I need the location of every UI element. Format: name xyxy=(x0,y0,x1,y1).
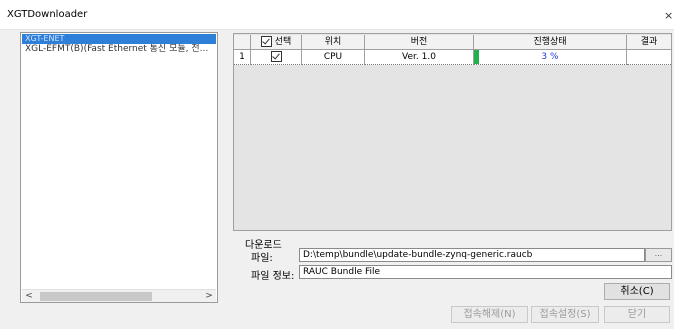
title-bar: XGTDownloader × xyxy=(0,0,674,30)
row-checkbox[interactable] xyxy=(270,51,282,62)
scroll-right-icon[interactable]: > xyxy=(204,290,214,302)
module-tree[interactable]: XGT-ENET XGL-EFMT(B)(Fast Ethernet 통신 모듈… xyxy=(20,32,218,303)
cancel-button[interactable]: 취소(C) xyxy=(604,283,670,300)
scroll-left-icon[interactable]: < xyxy=(24,290,34,302)
file-info-label: 파일 정보: xyxy=(251,271,295,282)
tree-item-selected[interactable]: XGT-ENET xyxy=(22,34,216,44)
row-number: 1 xyxy=(234,50,251,65)
row-select-cell[interactable] xyxy=(251,50,302,65)
row-location: CPU xyxy=(302,50,365,65)
close-button[interactable]: 닫기 xyxy=(604,306,670,323)
progress-bar-fill xyxy=(474,50,479,64)
header-row-num xyxy=(234,35,251,50)
progress-text: 3 % xyxy=(541,52,559,62)
scroll-thumb[interactable] xyxy=(40,292,152,301)
header-version: 버전 xyxy=(365,35,474,50)
row-result xyxy=(627,50,671,65)
browse-button[interactable]: ... xyxy=(645,248,672,262)
header-select-label: 선택 xyxy=(274,37,292,47)
window-title: XGTDownloader xyxy=(7,9,88,20)
row-progress: 3 % xyxy=(474,50,627,65)
row-version: Ver. 1.0 xyxy=(365,50,474,65)
disconnect-button[interactable]: 접속해제(N) xyxy=(451,306,528,323)
close-icon[interactable]: × xyxy=(664,9,673,22)
download-grid: 선택 위치 버전 진행상태 결과 1 CPU Ver. 1.0 3 % xyxy=(233,33,672,231)
file-label: 파일: xyxy=(251,253,273,264)
header-result: 결과 xyxy=(627,35,671,50)
file-path-field[interactable]: D:\temp\bundle\update-bundle-zynq-generi… xyxy=(299,248,645,262)
select-all-checkbox[interactable] xyxy=(260,36,272,47)
header-progress: 진행상태 xyxy=(474,35,627,50)
horizontal-scrollbar[interactable]: < > xyxy=(22,289,216,302)
file-info-field[interactable]: RAUC Bundle File xyxy=(299,265,672,279)
connect-settings-button[interactable]: 접속설정(S) xyxy=(531,306,599,323)
tree-item[interactable]: XGL-EFMT(B)(Fast Ethernet 통신 모듈, 전... xyxy=(22,44,217,55)
header-select[interactable]: 선택 xyxy=(251,35,302,50)
header-location: 위치 xyxy=(302,35,365,50)
